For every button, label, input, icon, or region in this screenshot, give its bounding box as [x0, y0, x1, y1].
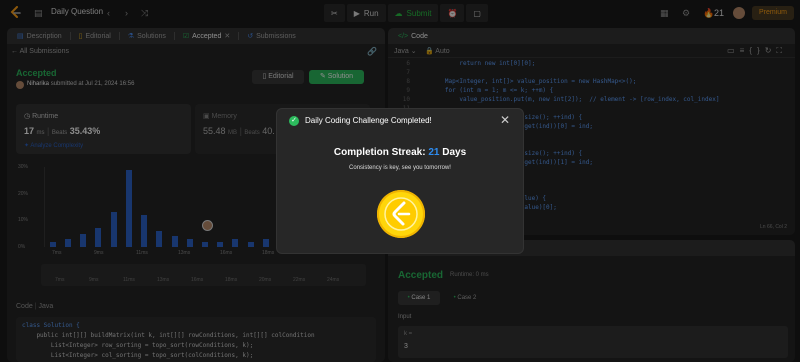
modal-subtitle: Consistency is key, see you tomorrow! [349, 165, 451, 171]
streak-label: Completion Streak: [333, 147, 426, 158]
completion-modal: ✓ Daily Coding Challenge Completed! ✕ Co… [276, 108, 524, 254]
streak-unit: Days [442, 147, 467, 158]
close-icon[interactable]: ✕ [500, 113, 510, 127]
check-circle-icon: ✓ [289, 116, 299, 126]
daily-badge-icon [377, 190, 425, 238]
streak-text: Completion Streak: 21 Days [277, 147, 523, 158]
modal-title: Daily Coding Challenge Completed! [305, 116, 432, 125]
streak-value: 21 [428, 147, 440, 158]
